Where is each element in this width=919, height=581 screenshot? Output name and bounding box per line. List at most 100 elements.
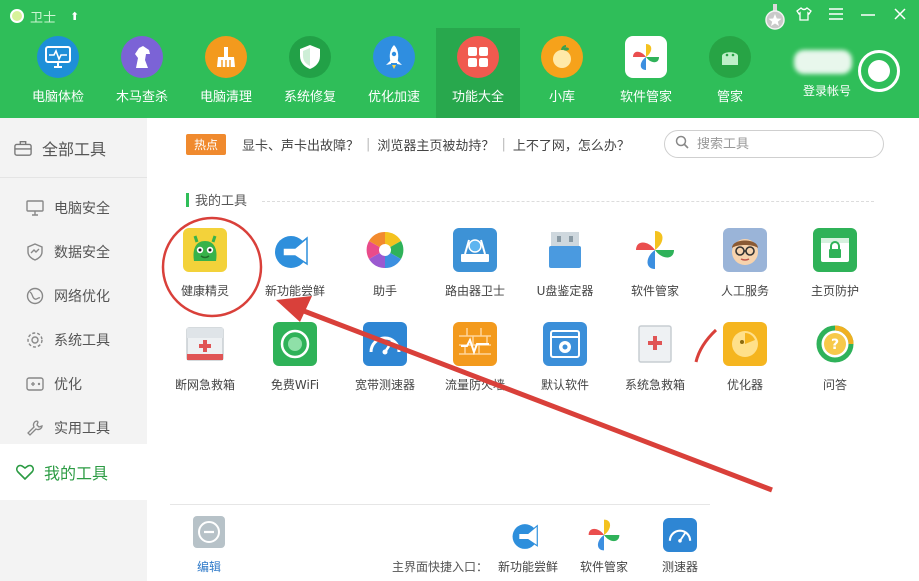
rocket-icon [373, 36, 415, 78]
quick-item-new-features[interactable]: 新功能尝鲜 [488, 518, 568, 575]
sidebar-item-label: 网络优化 [54, 289, 110, 305]
nav-item-checkup[interactable]: 电脑体检 [16, 28, 100, 118]
nav-item-cleanup[interactable]: 电脑清理 [184, 28, 268, 118]
tool-grid: 健康精灵 新功能尝鲜 助手 路由器卫士 U盘鉴定器 软件管家 人工服务 主页防护… [160, 228, 880, 400]
hot-link[interactable]: 上不了网，怎么办？ [513, 135, 630, 154]
sidebar-item-game-optimize[interactable]: 优化 [0, 362, 147, 406]
top-bar: 卫士 ⬆ 电脑体检 木马查杀 电脑清理 系统修复 优化加速 功能大全 小库 软件… [0, 0, 919, 118]
svg-text:?: ? [831, 337, 839, 353]
close-icon[interactable] [891, 4, 909, 24]
search-input[interactable] [697, 136, 867, 152]
wrench-icon [26, 419, 44, 437]
tool-health-sprite[interactable]: 健康精灵 [160, 228, 250, 306]
heart-icon [16, 463, 34, 481]
tool-qa[interactable]: ? 问答 [790, 322, 880, 400]
pinwheel-icon [625, 36, 667, 78]
edit-label: 编辑 [196, 560, 221, 574]
app-title: 卫士 [30, 10, 57, 26]
sidebar-item-label: 数据安全 [54, 245, 110, 261]
sidebar-item-pc-security[interactable]: 电脑安全 [0, 186, 147, 230]
router-icon [453, 228, 497, 272]
tool-router-guard[interactable]: 路由器卫士 [430, 228, 520, 306]
nav-label: 软件管家 [619, 90, 672, 105]
shirt-icon[interactable] [795, 4, 813, 24]
quick-item-label: 软件管家 [579, 560, 628, 574]
optimizer-icon [723, 322, 767, 366]
search-box [664, 130, 884, 158]
main-nav: 电脑体检 木马查杀 电脑清理 系统修复 优化加速 功能大全 小库 软件管家 管家 [16, 28, 772, 118]
megaphone-icon [511, 518, 545, 552]
hot-link[interactable]: 显卡、声卡出故障？ [242, 135, 359, 154]
tool-speed-test[interactable]: 宽带测速器 [340, 322, 430, 400]
speedometer-icon [363, 322, 407, 366]
app-logo-icon [10, 9, 24, 23]
tool-label: 软件管家 [630, 284, 679, 298]
menu-icon[interactable] [827, 4, 845, 24]
tool-software-manager[interactable]: 软件管家 [610, 228, 700, 306]
apple-icon [541, 36, 583, 78]
tool-label: 助手 [372, 284, 397, 298]
tool-label: 人工服务 [720, 284, 769, 298]
quick-item-label: 测速器 [661, 560, 698, 574]
nav-item-speedup[interactable]: 优化加速 [352, 28, 436, 118]
tool-human-service[interactable]: 人工服务 [700, 228, 790, 306]
edit-button[interactable]: 编辑 [186, 516, 232, 575]
tool-homepage-protect[interactable]: 主页防护 [790, 228, 880, 306]
section-title-label: 我的工具 [195, 194, 248, 209]
upgrade-arrow-icon[interactable]: ⬆ [70, 10, 79, 23]
nav-label: 电脑体检 [31, 90, 84, 105]
firewall-icon [453, 322, 497, 366]
tool-free-wifi[interactable]: 免费WiFi [250, 322, 340, 400]
globe-icon [26, 287, 44, 305]
tool-optimizer[interactable]: 优化器 [700, 322, 790, 400]
section-accent-bar [186, 192, 189, 207]
avatar[interactable] [858, 50, 900, 92]
sidebar-all-tools[interactable]: 全部工具 [0, 118, 147, 178]
broom-icon [205, 36, 247, 78]
hot-badge: 热点 [186, 133, 227, 155]
minimize-icon[interactable] [859, 4, 877, 24]
tool-usb-checker[interactable]: U盘鉴定器 [520, 228, 610, 306]
tool-traffic-firewall[interactable]: 流量防火墙 [430, 322, 520, 400]
wifi-icon [273, 322, 317, 366]
quick-item-software-manager[interactable]: 软件管家 [564, 518, 644, 575]
tool-assistant[interactable]: 助手 [340, 228, 430, 306]
tool-label: U盘鉴定器 [536, 284, 594, 298]
sidebar-item-data-security[interactable]: 数据安全 [0, 230, 147, 274]
login-area[interactable]: 登录帐号 [788, 44, 908, 104]
nav-item-store[interactable]: 小库 [520, 28, 604, 118]
separator: | [501, 136, 506, 152]
nav-item-repair[interactable]: 系统修复 [268, 28, 352, 118]
nav-label: 优化加速 [367, 90, 420, 105]
window-controls [795, 4, 909, 24]
pc-icon [26, 199, 44, 217]
tool-system-firstaid[interactable]: 系统急救箱 [610, 322, 700, 400]
quick-item-speed-test[interactable]: 测速器 [640, 518, 720, 575]
tool-network-firstaid[interactable]: 断网急救箱 [160, 322, 250, 400]
app-title-area: 卫士 ⬆ [10, 6, 79, 26]
sidebar-item-system-tools[interactable]: 系统工具 [0, 318, 147, 362]
monitor-check-icon [37, 36, 79, 78]
sidebar-list: 电脑安全 数据安全 网络优化 系统工具 优化 实用工具 [0, 178, 147, 450]
toolbox-icon [14, 139, 32, 157]
sidebar: 全部工具 电脑安全 数据安全 网络优化 系统工具 优化 实用工具 我的工具 [0, 118, 147, 581]
hot-link[interactable]: 浏览器主页被劫持？ [377, 135, 494, 154]
android-icon [709, 36, 751, 78]
horse-icon [121, 36, 163, 78]
medal-icon[interactable] [765, 4, 785, 30]
nav-label: 木马查杀 [115, 90, 168, 105]
nav-label: 系统修复 [283, 90, 336, 105]
search-icon[interactable] [675, 135, 689, 153]
tool-default-software[interactable]: 默认软件 [520, 322, 610, 400]
speedometer-icon [663, 518, 697, 552]
nav-item-phone-manager[interactable]: 管家 [688, 28, 772, 118]
sidebar-item-my-tools[interactable]: 我的工具 [0, 444, 147, 500]
nav-item-trojan[interactable]: 木马查杀 [100, 28, 184, 118]
minus-circle-icon [193, 516, 225, 548]
sidebar-item-network[interactable]: 网络优化 [0, 274, 147, 318]
nav-item-software[interactable]: 软件管家 [604, 28, 688, 118]
sidebar-item-label: 实用工具 [54, 421, 110, 437]
nav-item-all-features[interactable]: 功能大全 [436, 28, 520, 118]
sidebar-item-label: 系统工具 [54, 333, 110, 349]
tool-new-features[interactable]: 新功能尝鲜 [250, 228, 340, 306]
